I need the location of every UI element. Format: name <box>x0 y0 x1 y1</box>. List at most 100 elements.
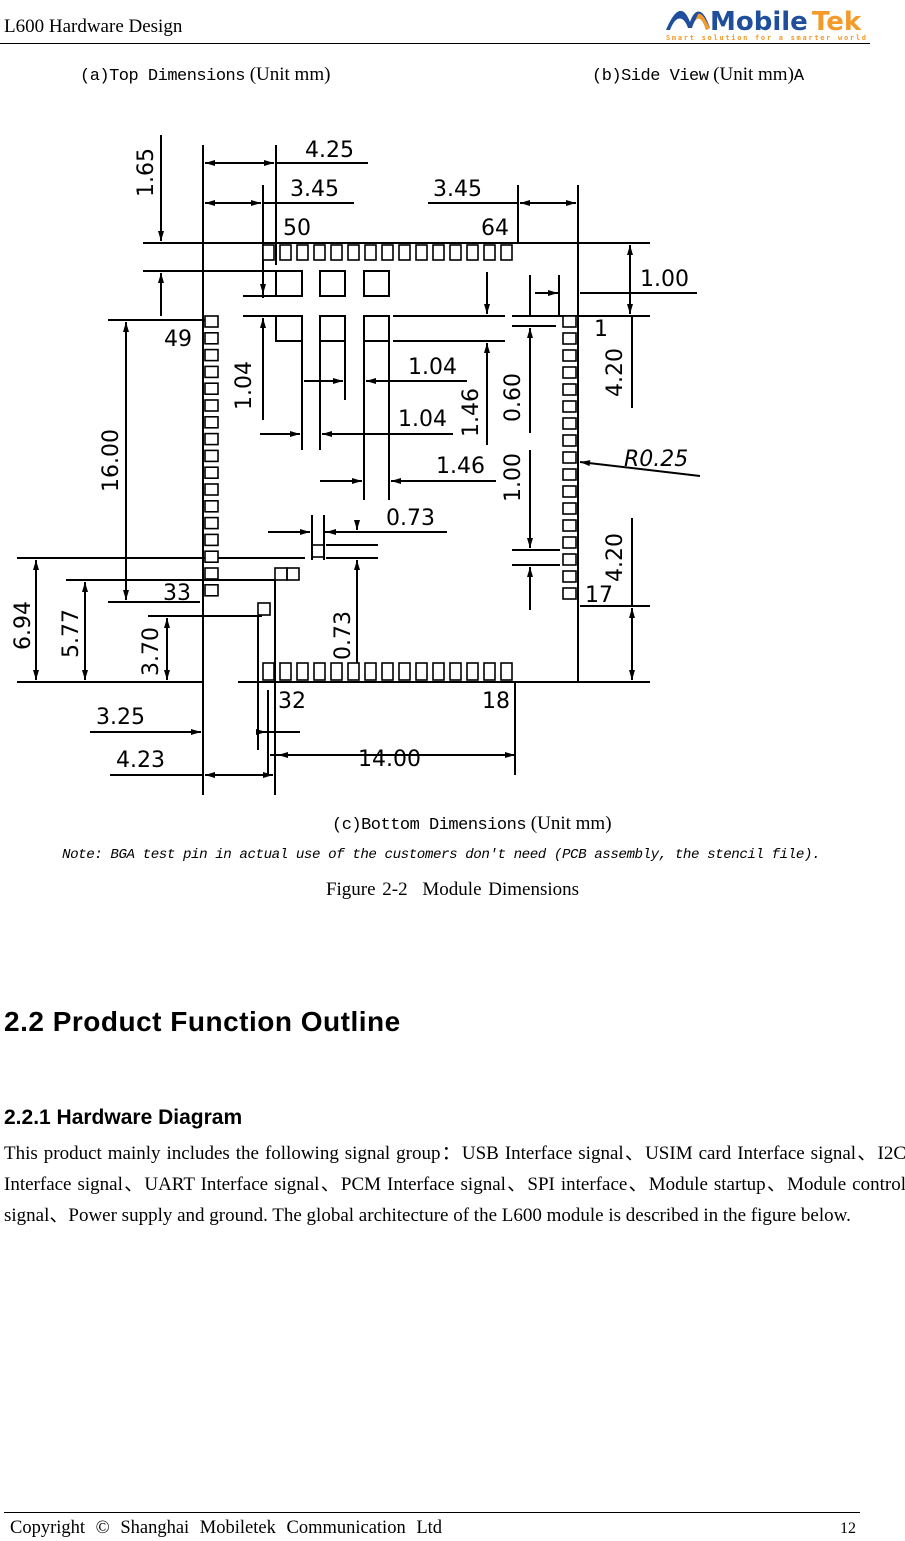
edge-pad <box>279 244 292 261</box>
edge-pad <box>562 451 577 464</box>
edge-pad <box>330 244 343 261</box>
edge-pad <box>432 662 445 681</box>
edge-pad <box>562 536 577 549</box>
module-dimension-drawing: 4.25 3.45 3.45 1.00 1.04 1.04 1.46 0.73 … <box>11 135 701 795</box>
footer-divider <box>4 1512 860 1513</box>
caption-side-unit: (Unit mm) <box>713 64 794 85</box>
edge-pad <box>204 315 219 328</box>
subsection-heading: 2.2.1 Hardware Diagram <box>4 1106 243 1129</box>
document-header-title: L600 Hardware Design <box>4 16 183 37</box>
edge-pad <box>204 382 219 396</box>
dim-16-00: 16.00 <box>99 429 124 492</box>
caption-side-view: (b)Side View (Unit mm)A <box>592 64 804 86</box>
edge-pad <box>296 244 309 261</box>
pin-1-label: 1 <box>594 317 608 342</box>
edge-pad <box>279 662 292 681</box>
logo-tagline: Smart solution for a smarter world <box>666 34 866 42</box>
edge-pad <box>204 516 219 530</box>
dim-1-04-h1: 1.04 <box>408 355 457 380</box>
dim-1-46-vert: 1.46 <box>459 388 484 437</box>
edge-pad <box>562 315 577 328</box>
edge-pad <box>364 662 377 681</box>
edge-pad <box>466 244 479 261</box>
edge-pad <box>381 662 394 681</box>
dim-1-65: 1.65 <box>134 148 159 197</box>
edge-pad <box>466 662 479 681</box>
body-paragraph: This product mainly includes the followi… <box>4 1143 905 1226</box>
edge-pad <box>204 583 219 597</box>
edge-pad <box>204 483 219 496</box>
pin-17-label: 17 <box>585 583 613 608</box>
edge-pad <box>432 244 445 261</box>
edge-pad <box>204 399 219 412</box>
dim-0-60: 0.60 <box>501 373 526 422</box>
edge-pad <box>500 662 513 681</box>
figure-title: Module Dimensions <box>422 879 580 900</box>
edge-pad <box>204 499 219 513</box>
edge-pad <box>562 485 577 498</box>
edge-pad <box>347 662 360 681</box>
edge-pad <box>562 349 577 362</box>
edge-pad <box>562 434 577 447</box>
edge-pad <box>204 449 219 463</box>
edge-pad <box>562 570 577 583</box>
edge-pad <box>562 519 577 532</box>
edge-pad <box>204 348 219 362</box>
figure-note: Note: BGA test pin in actual use of the … <box>62 847 821 863</box>
dim-1-00-vert: 1.00 <box>501 453 526 502</box>
edge-pad <box>562 502 577 515</box>
figure-caption: Figure 2-2 Module Dimensions <box>0 879 905 901</box>
edge-pad <box>562 400 577 413</box>
dim-6-94: 6.94 <box>11 601 36 650</box>
edge-pad <box>562 417 577 430</box>
edge-pad <box>262 244 275 261</box>
caption-top-unit: (Unit mm) <box>249 64 331 85</box>
dim-4-20-top: 4.20 <box>603 348 628 397</box>
edge-pad <box>415 662 428 681</box>
edge-pad <box>204 432 219 446</box>
dim-1-04-vert: 1.04 <box>232 361 257 410</box>
pin-33-label: 33 <box>163 581 191 606</box>
edge-pad <box>204 533 219 547</box>
dim-3-70: 3.70 <box>139 627 164 676</box>
edge-pad <box>381 244 394 261</box>
dim-1-00-top: 1.00 <box>640 267 689 292</box>
edge-pad <box>562 553 577 566</box>
pin-18-label: 18 <box>482 689 510 714</box>
edge-pad <box>313 662 326 681</box>
edge-pad <box>347 244 360 261</box>
dim-r0-25: R0.25 <box>624 447 688 472</box>
dim-3-45-left: 3.45 <box>290 177 339 202</box>
caption-side-label: (b)Side View <box>592 67 709 86</box>
logo-brand-accent: Tek <box>812 7 862 37</box>
dim-14-00: 14.00 <box>358 747 421 772</box>
edge-pad <box>262 662 275 681</box>
section-heading: 2.2 Product Function Outline <box>4 1006 401 1037</box>
edge-pad <box>483 244 496 261</box>
edge-pad <box>415 244 428 261</box>
dim-1-04-h2: 1.04 <box>398 407 447 432</box>
dim-3-45-right: 3.45 <box>433 177 482 202</box>
center-ground-pads <box>257 270 390 616</box>
edge-pad <box>562 468 577 481</box>
edge-pad <box>364 244 377 261</box>
dim-5-77: 5.77 <box>59 609 84 658</box>
edge-pad <box>296 662 309 681</box>
dim-1-46-h: 1.46 <box>436 454 485 479</box>
caption-top-label: (a)Top Dimensions <box>80 67 245 86</box>
edge-pad <box>562 332 577 345</box>
edge-pad <box>562 366 577 379</box>
edge-pad <box>204 466 219 480</box>
edge-pad <box>204 331 219 345</box>
figure-number: Figure 2-2 <box>325 879 408 900</box>
edge-pad <box>449 244 462 261</box>
dim-4-20-bottom: 4.20 <box>603 533 628 582</box>
edge-pad <box>204 415 219 429</box>
edge-pad <box>313 244 326 261</box>
page-number: 12 <box>840 1520 856 1537</box>
caption-bottom-dimensions: (c)Bottom Dimensions (Unit mm) <box>332 813 612 835</box>
caption-bottom-unit: (Unit mm) <box>530 813 612 834</box>
dim-4-23: 4.23 <box>116 748 165 773</box>
edge-pad <box>449 662 462 681</box>
edge-pad <box>204 567 219 580</box>
